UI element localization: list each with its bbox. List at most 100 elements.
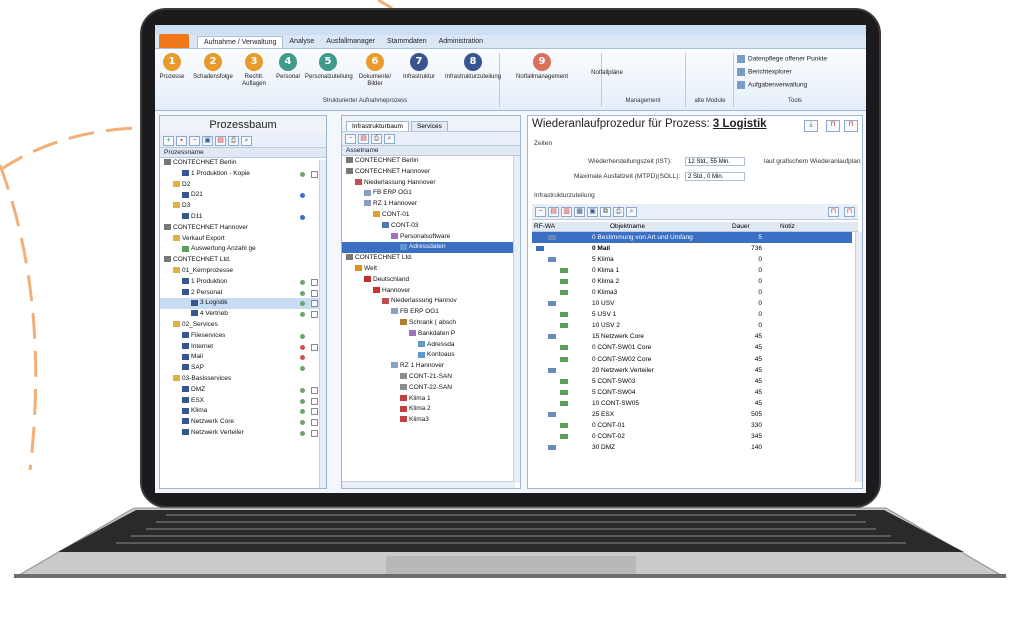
- tree-item[interactable]: 2 Personal: [160, 288, 326, 299]
- tree-item[interactable]: 1 Produktion: [160, 277, 326, 288]
- unlock-icon[interactable]: ⊓: [844, 120, 858, 132]
- tree-item[interactable]: CONT-01: [342, 210, 520, 221]
- tab-infrastrukturbaum[interactable]: Infrastrukturbaum: [346, 121, 409, 131]
- tree-item[interactable]: Internet: [160, 342, 326, 353]
- save-icon[interactable]: ▣: [202, 135, 213, 146]
- vertical-scrollbar[interactable]: [855, 232, 862, 482]
- vertical-scrollbar[interactable]: [319, 160, 326, 488]
- tree-item[interactable]: Welt: [342, 264, 520, 275]
- tree-item[interactable]: 03-Basisservices: [160, 374, 326, 385]
- ribbon-button-3[interactable]: 3 Rechtl. Auflagen: [237, 53, 271, 88]
- tree-item[interactable]: SAP: [160, 363, 326, 374]
- tool-aufgabenverwaltung[interactable]: Aufgabenverwaltung: [737, 81, 807, 89]
- tool-datenpflege[interactable]: Datenpflege offener Punkte: [737, 55, 827, 63]
- export-icon[interactable]: ⤓: [804, 120, 818, 132]
- folder-add-icon[interactable]: ▪: [176, 135, 187, 146]
- tree-item[interactable]: Bankdaten P: [342, 329, 520, 340]
- report-icon[interactable]: ▤: [215, 135, 226, 146]
- grid-row[interactable]: 10 USV 2 0: [532, 320, 852, 331]
- grid-row[interactable]: 5 Klima 0: [532, 254, 852, 265]
- document-icon[interactable]: [311, 419, 318, 427]
- report-icon[interactable]: ▤: [358, 133, 369, 144]
- process-link[interactable]: 3 Logistik: [713, 118, 767, 130]
- grid-row[interactable]: 0 Klima3 0: [532, 287, 852, 298]
- tree-item[interactable]: FB ERP OG1: [342, 188, 520, 199]
- tree-item[interactable]: D11: [160, 212, 326, 223]
- tree-item[interactable]: D3: [160, 201, 326, 212]
- copy-icon[interactable]: ⧉: [600, 206, 611, 217]
- tab-analyse[interactable]: Analyse: [283, 36, 320, 48]
- tree-item[interactable]: CONT-22-SAN: [342, 383, 520, 394]
- grid-row[interactable]: 0 CONT-01 330: [532, 420, 852, 431]
- column-header-assetname[interactable]: Assetname: [342, 146, 520, 156]
- document-icon[interactable]: [311, 289, 318, 297]
- tree-item[interactable]: Deutschland: [342, 275, 520, 286]
- ribbon-button-7[interactable]: 7 Infrastruktur: [398, 53, 440, 81]
- tree-item[interactable]: 4 Vertrieb: [160, 309, 326, 320]
- ribbon-button-6[interactable]: 6 Dokumente/ Bilder: [355, 53, 395, 88]
- print-icon[interactable]: ⎙: [613, 206, 624, 217]
- ribbon-button-5[interactable]: 5 Personalzuteilung: [305, 53, 353, 81]
- ribbon-button-10[interactable]: Notfallpläne: [587, 53, 627, 77]
- tree-item[interactable]: CONT-03: [342, 221, 520, 232]
- ribbon-button-9[interactable]: 9 Notfallmanagement: [505, 53, 579, 81]
- tree-item[interactable]: CONT-21-SAN: [342, 372, 520, 383]
- tree-item[interactable]: D2: [160, 180, 326, 191]
- print-icon[interactable]: ⎙: [228, 135, 239, 146]
- tree-item[interactable]: Netzwerk Verteiler: [160, 428, 326, 439]
- grid-row[interactable]: 30 DMZ 140: [532, 442, 852, 453]
- grid-row[interactable]: 5 CONT-SW03 45: [532, 376, 852, 387]
- tree-item[interactable]: CONTECHNET Berlin: [160, 158, 326, 169]
- grid-row[interactable]: 20 Netzwerk Verteiler 45: [532, 365, 852, 376]
- tab-stammdaten[interactable]: Stammdaten: [381, 36, 433, 48]
- tree-item[interactable]: 1 Produktion - Kopie: [160, 169, 326, 180]
- grid-row[interactable]: 10 USV 0: [532, 298, 852, 309]
- vertical-scrollbar[interactable]: [513, 156, 520, 483]
- soll-value-field[interactable]: 2 Std., 0 Min.: [685, 172, 745, 181]
- grid-row[interactable]: 0 Klima 2 0: [532, 276, 852, 287]
- tree-item[interactable]: Klima: [160, 406, 326, 417]
- tree-item[interactable]: ESX: [160, 396, 326, 407]
- tree-item[interactable]: Auswertung Anzahl ge: [160, 244, 326, 255]
- lock-icon[interactable]: ⊓: [826, 120, 840, 132]
- remove-icon[interactable]: −: [535, 206, 546, 217]
- tree-item[interactable]: Adressdaten: [342, 242, 520, 254]
- tree-item[interactable]: 02_Services: [160, 320, 326, 331]
- tab-aufnahme[interactable]: Aufnahme / Verwaltung: [197, 36, 284, 48]
- grid-row[interactable]: 0 CONT-02 345: [532, 431, 852, 442]
- tree-item[interactable]: Netzwerk Core: [160, 417, 326, 428]
- tree-item[interactable]: Adressda: [342, 340, 520, 351]
- tree-item[interactable]: CONTECHNET Ltd.: [342, 253, 520, 264]
- ribbon-button-1[interactable]: 1 Prozesse: [157, 53, 187, 81]
- document-icon[interactable]: ▥: [561, 206, 572, 217]
- grid-row[interactable]: 0 CONT-SW01 Core 45: [532, 342, 852, 353]
- document-icon[interactable]: [311, 408, 318, 416]
- tree-item[interactable]: Mail: [160, 352, 326, 363]
- tab-services[interactable]: Services: [410, 121, 448, 131]
- document-icon[interactable]: [311, 343, 318, 351]
- save-icon[interactable]: ▣: [587, 206, 598, 217]
- grid-row[interactable]: 5 CONT-SW04 45: [532, 387, 852, 398]
- tree-item[interactable]: Verkauf Export: [160, 234, 326, 245]
- column-header-notiz[interactable]: Notiz: [780, 222, 795, 232]
- tree-item[interactable]: D21: [160, 190, 326, 201]
- grid-row[interactable]: 0 Mail 736: [532, 243, 852, 254]
- tree-item[interactable]: CONTECHNET Hannover: [342, 167, 520, 178]
- tree-item[interactable]: FB ERP OG1: [342, 307, 520, 318]
- document-icon[interactable]: [311, 386, 318, 394]
- column-header-objektname[interactable]: Objektname: [610, 222, 645, 232]
- tree-item[interactable]: 01_Kernprozesse: [160, 266, 326, 277]
- ribbon-button-4[interactable]: 4 Personal: [274, 53, 302, 81]
- app-menu-button[interactable]: [159, 34, 189, 48]
- tab-ausfallmanager[interactable]: Ausfallmanager: [320, 36, 381, 48]
- tree-item[interactable]: Fileservices: [160, 331, 326, 342]
- grid-row[interactable]: 5 USV 1 0: [532, 309, 852, 320]
- tree-item[interactable]: 3 Logistik: [160, 298, 326, 310]
- tree-item[interactable]: Personalsoftware: [342, 232, 520, 243]
- tree-item[interactable]: Klima 1: [342, 394, 520, 405]
- document-icon[interactable]: [311, 429, 318, 437]
- document-icon[interactable]: [311, 300, 318, 308]
- table-icon[interactable]: ▦: [574, 206, 585, 217]
- column-header-dauer[interactable]: Dauer: [732, 222, 750, 232]
- print-icon[interactable]: ⎙: [371, 133, 382, 144]
